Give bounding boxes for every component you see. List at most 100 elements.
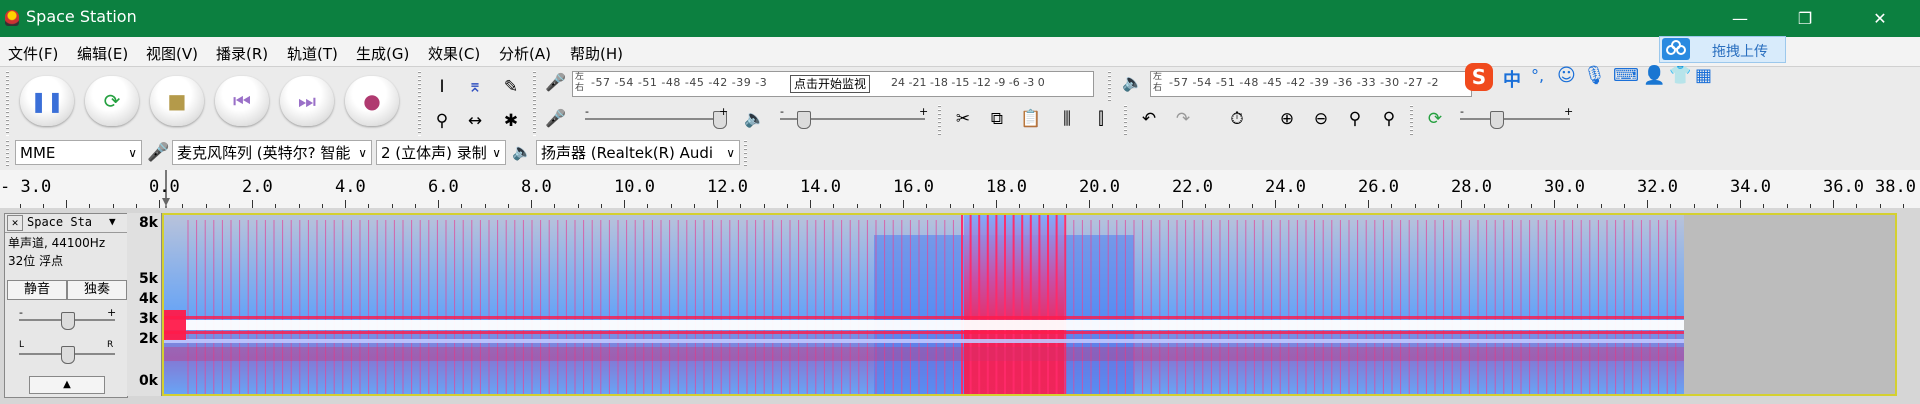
ruler-label: 16.0 — [893, 177, 934, 197]
slider-knob[interactable] — [61, 346, 75, 364]
redo-button[interactable]: ↷ — [1168, 105, 1198, 133]
frequency-label: 2k — [138, 331, 158, 347]
track-pan-slider[interactable]: L R — [19, 340, 115, 364]
menu-edit[interactable]: 编辑(E) — [77, 43, 128, 64]
menu-view[interactable]: 视图(V) — [146, 43, 198, 64]
menu-file[interactable]: 文件(F) — [8, 43, 58, 64]
ruler-tick — [903, 200, 904, 208]
speaker-icon: 🔈 — [1122, 73, 1144, 93]
spectro-tone — [164, 320, 1684, 330]
solo-button[interactable]: 独奏 — [67, 280, 127, 300]
minimize-button[interactable]: — — [1710, 0, 1770, 37]
ime-mode-toggle[interactable]: 中 — [1503, 66, 1521, 92]
audio-host-select[interactable]: MME ∨ — [15, 140, 142, 165]
multi-tool[interactable]: ✱ — [496, 107, 526, 135]
track-menu-arrow[interactable]: ▼ — [109, 215, 116, 228]
timeline-ruler[interactable]: - 3.0 0.0 2.0 4.0 6.0 8.0 10.0 12.0 14.0 16.0 18.0… — [0, 170, 1920, 209]
slider-knob[interactable] — [61, 312, 75, 330]
zoom-in-button[interactable]: ⊕ — [1272, 105, 1302, 133]
selection-tool[interactable]: I — [427, 73, 457, 101]
zoom-tool[interactable]: ⚲ — [427, 107, 457, 135]
ruler-label: 20.0 — [1079, 177, 1120, 197]
drag-upload-button[interactable]: 拖拽上传 — [1659, 36, 1786, 63]
draw-tool[interactable]: ✎ — [496, 73, 526, 101]
skin-shirt-icon[interactable]: 👕 — [1669, 65, 1691, 86]
menu-transport[interactable]: 播录(R) — [216, 43, 268, 64]
record-volume-slider[interactable]: - + — [585, 105, 728, 129]
loop-button[interactable]: ⟳ — [85, 76, 139, 126]
user-icon[interactable]: 👤 — [1643, 65, 1665, 86]
toolbox-grid-icon[interactable]: ▦ — [1695, 65, 1712, 86]
ime-punct-toggle[interactable]: °, — [1531, 66, 1544, 85]
track-name[interactable]: Space Sta — [27, 215, 92, 229]
close-button[interactable]: ✕ — [1850, 0, 1910, 37]
skip-to-end-button[interactable]: ⏭ — [280, 76, 334, 126]
trim-button[interactable]: ⫼ — [1052, 105, 1082, 133]
menu-tracks[interactable]: 轨道(T) — [287, 43, 338, 64]
playback-device-select[interactable]: 扬声器 (Realtek(R) Audi ∨ — [536, 140, 740, 165]
ruler-tick — [996, 200, 997, 208]
paste-button[interactable]: 📋 — [1016, 105, 1046, 133]
stop-icon: ■ — [167, 89, 187, 113]
ruler-label: 24.0 — [1265, 177, 1306, 197]
undo-button[interactable]: ↶ — [1134, 105, 1164, 133]
toolbar-grip — [1108, 71, 1111, 101]
envelope-tool[interactable]: ⌆ — [460, 73, 490, 101]
mute-button[interactable]: 静音 — [7, 280, 67, 300]
zoom-out-button[interactable]: ⊖ — [1306, 105, 1336, 133]
meter-right-label: 右 — [575, 83, 585, 93]
spectrogram-view[interactable] — [162, 213, 1897, 396]
fit-project-button[interactable]: ⚲ — [1374, 105, 1404, 133]
silence-button[interactable]: ⫿ — [1086, 105, 1116, 133]
zoom-out-icon: ⊖ — [1313, 109, 1329, 129]
cut-button[interactable]: ✂ — [948, 105, 978, 133]
playback-meter-button[interactable]: 🔈 — [1118, 69, 1148, 97]
skip-to-start-button[interactable]: ⏮ — [215, 76, 269, 126]
zoom-fit-project-icon: ⚲ — [1382, 109, 1396, 129]
slider-knob[interactable] — [1490, 111, 1504, 129]
ruler-label: 12.0 — [707, 177, 748, 197]
menu-help[interactable]: 帮助(H) — [570, 43, 623, 64]
recording-device-select[interactable]: 麦克风阵列 (英特尔? 智能 ∨ — [172, 140, 372, 165]
track-close-button[interactable]: ✕ — [7, 215, 23, 231]
fit-selection-button[interactable]: ⚲ — [1340, 105, 1370, 133]
pan-right: R — [107, 340, 114, 350]
time-shift-tool[interactable]: ↔ — [460, 107, 490, 135]
pause-button[interactable]: ❚❚ — [20, 76, 74, 126]
record-meter-scale-right: 24 -21 -18 -15 -12 -9 -6 -3 0 — [891, 76, 1045, 89]
keyboard-icon[interactable]: ⌨ — [1613, 65, 1639, 86]
slider-plus: + — [1564, 105, 1574, 118]
frequency-label: 3k — [138, 311, 158, 327]
playback-volume-slider[interactable]: - + — [780, 105, 928, 129]
menu-analyze[interactable]: 分析(A) — [499, 43, 551, 64]
play-at-speed-button[interactable]: ⟳ — [1420, 105, 1450, 133]
maximize-button[interactable]: ❐ — [1775, 0, 1835, 37]
ruler-tick — [345, 200, 346, 208]
track-collapse-button[interactable]: ▲ — [29, 376, 105, 394]
menu-effect[interactable]: 效果(C) — [428, 43, 480, 64]
voice-input-icon[interactable]: 🎙 — [1583, 65, 1606, 86]
chevron-down-icon: ∨ — [128, 146, 137, 160]
play-speed-slider[interactable]: - + — [1460, 105, 1574, 129]
spectro-leading — [164, 310, 186, 340]
ruler-label: - 3.0 — [0, 177, 52, 197]
sync-lock-button[interactable]: ⏱ — [1222, 105, 1252, 133]
stopwatch-icon: ⏱ — [1230, 109, 1244, 129]
record-button[interactable]: ● — [345, 76, 399, 126]
toolbar-grip — [1124, 105, 1127, 137]
slider-knob[interactable] — [797, 111, 811, 129]
ruler-tick — [1833, 200, 1834, 208]
emoji-icon[interactable]: ☺ — [1557, 65, 1576, 86]
stop-button[interactable]: ■ — [150, 76, 204, 126]
monitor-tooltip[interactable]: 点击开始监视 — [790, 75, 871, 93]
menu-generate[interactable]: 生成(G) — [356, 43, 409, 64]
playback-meter[interactable]: 左右 -57 -54 -51 -48 -45 -42 -39 -36 -33 -… — [1150, 71, 1472, 97]
double-arrow-icon: ↔ — [467, 111, 483, 131]
copy-button[interactable]: ⧉ — [982, 105, 1012, 133]
record-meter-button[interactable]: 🎤 — [541, 69, 571, 97]
track-gain-slider[interactable]: - + — [19, 306, 116, 330]
playhead-marker[interactable] — [159, 170, 173, 208]
frequency-scale[interactable]: 8k 5k 4k 3k 2k 0k — [127, 213, 162, 396]
recording-channels-select[interactable]: 2 (立体声) 录制 ∨ — [376, 140, 506, 165]
track-area: ✕ Space Sta ▼ 单声道, 44100Hz 32位 浮点 静音 独奏 … — [0, 208, 1920, 404]
